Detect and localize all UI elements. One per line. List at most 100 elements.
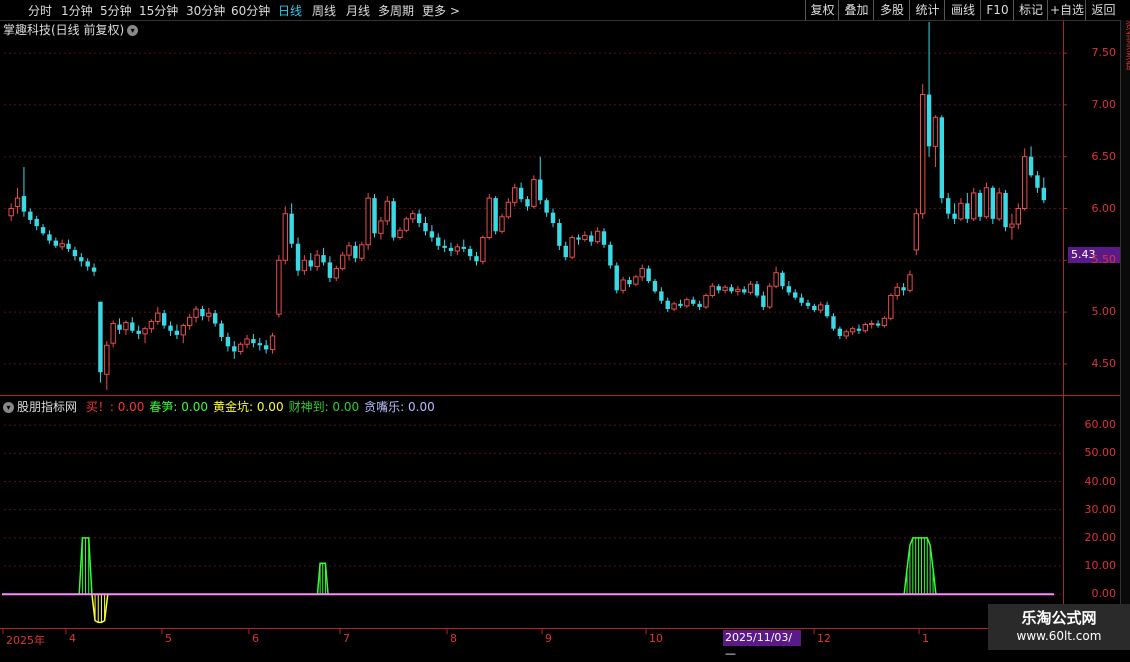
candle [186, 314, 193, 330]
candle [652, 278, 658, 294]
candle [614, 262, 619, 294]
indicator-axis-label: 60.00 [1084, 418, 1117, 432]
candle [1041, 177, 1047, 204]
candle [970, 187, 977, 221]
candle [691, 296, 696, 306]
candle [990, 185, 996, 225]
side-panel[interactable]: 资金买卖盘 [1120, 20, 1130, 630]
candle [499, 213, 505, 234]
candle [512, 183, 518, 207]
candle [372, 193, 377, 238]
candle [601, 228, 607, 248]
candle [589, 231, 594, 246]
candle [251, 333, 256, 348]
candle [493, 196, 498, 235]
candle [21, 167, 27, 217]
date-axis-label: 4 [69, 632, 76, 645]
candle [295, 237, 301, 276]
candle [678, 299, 683, 308]
date-axis-label: 1 [922, 632, 929, 645]
candle [518, 182, 524, 203]
candle [34, 215, 39, 231]
candle [780, 270, 785, 290]
candle [773, 266, 779, 289]
candle [410, 210, 416, 224]
price-axis-label: 6.00 [1091, 201, 1117, 215]
date-axis-label: 9 [545, 632, 552, 645]
candle [461, 239, 466, 253]
price-axis-label: 7.50 [1091, 46, 1117, 60]
candle [1003, 189, 1008, 232]
candle [786, 281, 792, 296]
candle [703, 293, 709, 310]
candle [148, 319, 155, 333]
price-axis-label: 4.50 [1091, 356, 1117, 370]
candle [333, 265, 339, 282]
candle [639, 264, 645, 282]
candle [384, 196, 390, 226]
candle [965, 192, 970, 224]
kline-chart[interactable] [0, 0, 1130, 650]
candle [799, 293, 804, 306]
candle [837, 326, 843, 340]
candle [480, 235, 486, 265]
candle [831, 313, 836, 331]
candle [531, 175, 537, 209]
candle [862, 322, 869, 333]
candle [824, 301, 830, 319]
candle [72, 246, 78, 261]
candle [136, 325, 141, 340]
candle [633, 274, 639, 287]
indicator-axis-label: 20.00 [1084, 530, 1117, 544]
candle [257, 338, 262, 351]
candle [856, 324, 862, 334]
indicator-axis-label: 10.00 [1084, 559, 1117, 573]
candle [709, 283, 716, 298]
candle [436, 233, 441, 250]
candle [1021, 148, 1028, 211]
candle [59, 239, 65, 250]
candle [569, 235, 575, 260]
candle [557, 218, 562, 250]
candle [339, 252, 346, 271]
candle [28, 208, 33, 225]
candle [550, 208, 556, 228]
candle [767, 283, 773, 310]
candle [945, 192, 951, 219]
candle [403, 216, 410, 233]
indicator-value-2: 黄金坑: 0.00 [213, 400, 284, 414]
candle [308, 253, 313, 271]
candle [659, 287, 664, 304]
candle [219, 320, 224, 342]
candle [538, 156, 543, 205]
candle [907, 270, 913, 293]
candle [155, 306, 161, 325]
candle [359, 241, 365, 262]
candle [237, 342, 244, 355]
candle [232, 341, 237, 359]
indicator-value-4: 贪嘴乐: 0.00 [364, 400, 435, 414]
candle [939, 115, 945, 204]
indicator-dropdown-icon[interactable]: ▾ [3, 402, 14, 413]
indicator-value-3: 财神到: 0.00 [288, 400, 360, 414]
date-axis-label: 10 [649, 632, 663, 645]
candle [276, 255, 282, 318]
candle [91, 263, 97, 276]
candle [448, 242, 454, 257]
candle [8, 203, 14, 221]
candle [881, 316, 888, 328]
candle [397, 227, 403, 240]
candle [486, 193, 492, 240]
candle [582, 231, 588, 242]
candle [742, 286, 747, 295]
candle [161, 310, 167, 329]
indicator-axis-label: 40.00 [1084, 474, 1117, 488]
candle [168, 321, 173, 336]
candle [123, 320, 129, 335]
candle [98, 301, 103, 383]
date-axis-label: 12 [817, 632, 831, 645]
candle [429, 225, 435, 242]
candle [697, 300, 702, 311]
candle [282, 206, 288, 265]
candle [977, 189, 983, 221]
